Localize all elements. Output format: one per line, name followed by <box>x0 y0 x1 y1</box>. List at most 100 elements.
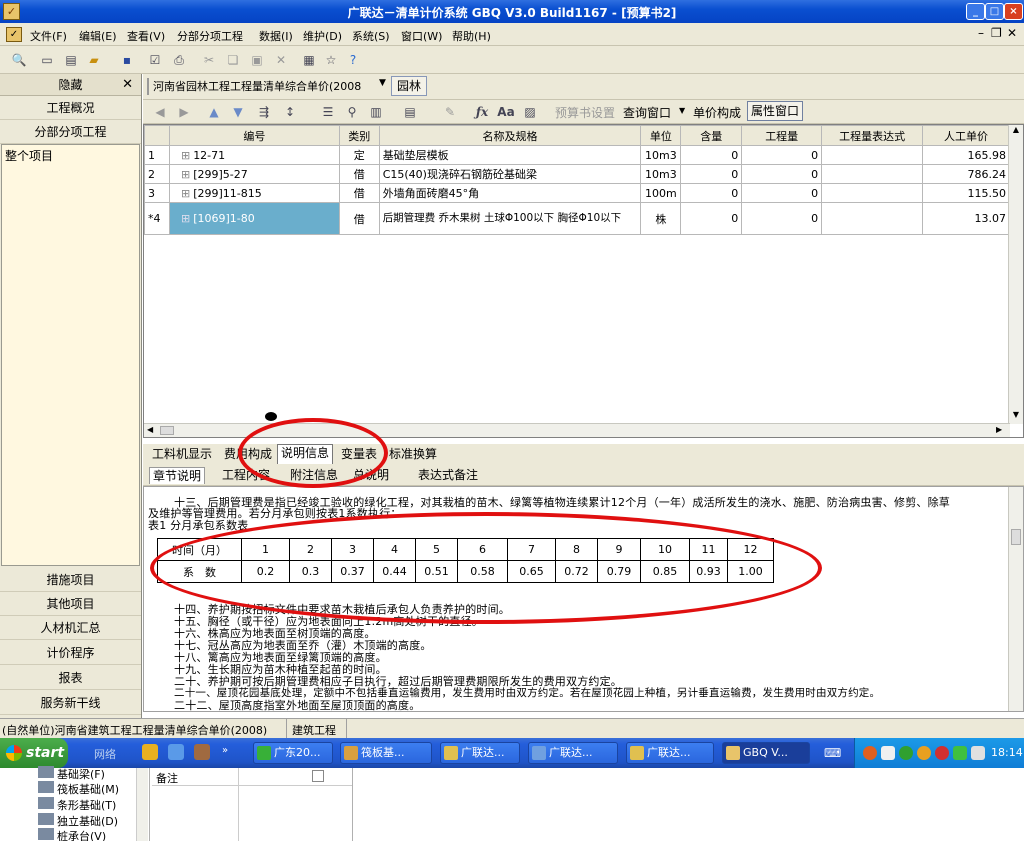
filter-icon[interactable]: ▥ <box>367 103 385 121</box>
row-name[interactable]: 后期管理费 乔木果树 土球Φ100以下 胸径Φ10以下 <box>378 202 642 235</box>
row-type[interactable]: 借 <box>338 183 380 203</box>
back-arrow-icon[interactable]: ◀ <box>151 103 169 121</box>
binoculars-icon[interactable]: ⚲ <box>343 103 361 121</box>
paste-icon[interactable]: ▣ <box>248 51 266 69</box>
scroll-thumb[interactable] <box>160 426 174 435</box>
save-icon[interactable]: ▪ <box>118 51 136 69</box>
task-button[interactable]: 筏板基... <box>340 742 432 764</box>
task-button[interactable]: 广东20... <box>253 742 333 764</box>
col-expression[interactable]: 工程量表达式 <box>821 125 924 146</box>
mdi-close-icon[interactable]: ✕ <box>1007 26 1017 40</box>
tree-item[interactable]: 桩承台(V) <box>57 830 106 841</box>
scroll-thumb[interactable] <box>1011 529 1021 545</box>
row-expr[interactable] <box>821 183 924 203</box>
printer-icon[interactable] <box>971 746 985 760</box>
panel-close-icon[interactable]: ✕ <box>122 74 133 96</box>
close-button[interactable]: × <box>1004 3 1023 20</box>
menu-data[interactable]: 数据(I) <box>259 28 293 44</box>
menu-file[interactable]: 文件(F) <box>30 28 67 44</box>
edit-icon[interactable]: ✎ <box>441 103 459 121</box>
col-code[interactable]: 编号 <box>168 125 340 146</box>
cut-icon[interactable]: ✂ <box>200 51 218 69</box>
table-row[interactable]: 3 ⊞ [299]11-815 借 外墙角面砖磨45°角 100m 0 0 115… <box>144 183 1010 203</box>
chevron-down-icon[interactable]: ▼ <box>379 78 386 88</box>
menu-edit[interactable]: 编辑(E) <box>79 28 117 44</box>
keyboard-icon[interactable]: ⌨ <box>824 746 841 760</box>
nav-items[interactable]: 分部分项工程 <box>0 120 141 144</box>
nav-reports[interactable]: 报表 <box>0 666 141 690</box>
row-content[interactable]: 0 <box>680 183 743 203</box>
tree-scrollbar[interactable] <box>136 768 148 841</box>
quick-launch-icon[interactable] <box>142 744 158 760</box>
menu-system[interactable]: 系统(S) <box>352 28 390 44</box>
row-name[interactable]: 基础垫层模板 <box>378 145 642 165</box>
row-unit[interactable]: 100m <box>640 183 682 203</box>
task-button[interactable]: 广联达... <box>440 742 520 764</box>
tree-item[interactable]: 独立基础(D) <box>57 815 118 828</box>
minimize-button[interactable]: _ <box>966 3 985 20</box>
subtab-expression-notes[interactable]: 表达式备注 <box>415 467 481 484</box>
favorite-star-icon[interactable]: ☆ <box>322 51 340 69</box>
row-qty[interactable]: 0 <box>741 183 823 203</box>
check-icon[interactable]: ☑ <box>146 51 164 69</box>
print-preview-icon[interactable]: 🔍 <box>10 51 28 69</box>
task-button[interactable]: 广联达... <box>626 742 714 764</box>
specialty-tag[interactable]: 园林 <box>391 76 428 96</box>
help-icon[interactable]: ? <box>344 51 362 69</box>
col-unit[interactable]: 单位 <box>640 125 682 146</box>
tray-icon[interactable] <box>935 746 949 760</box>
copy-icon[interactable]: ❏ <box>224 51 242 69</box>
quick-launch-icon[interactable] <box>194 744 210 760</box>
menu-window[interactable]: 窗口(W) <box>401 28 442 44</box>
row-qty[interactable]: 0 <box>741 164 823 184</box>
scroll-right-icon[interactable]: ▶ <box>996 425 1002 434</box>
mdi-restore-icon[interactable]: ❐ <box>991 26 1002 40</box>
tray-icon[interactable] <box>899 746 913 760</box>
col-name[interactable]: 名称及规格 <box>378 125 642 146</box>
table-row[interactable]: 2 ⊞ [299]5-27 借 C15(40)现浇碎石钢筋砼基础梁 10m3 0 … <box>144 164 1010 184</box>
forward-arrow-icon[interactable]: ▶ <box>175 103 193 121</box>
row-unit[interactable]: 株 <box>640 202 682 235</box>
mdi-minimize-icon[interactable]: – <box>978 26 984 40</box>
row-type[interactable]: 定 <box>338 145 380 165</box>
level-icon[interactable]: ⇶ <box>255 103 273 121</box>
move-down-icon[interactable]: ▼ <box>229 103 247 121</box>
quota-library-select[interactable]: 河南省园林工程工程量清单综合单价(2008 <box>147 78 387 95</box>
expand-icon[interactable]: ⊞ <box>181 168 190 181</box>
table-row[interactable]: 1 ⊞ 12-71 定 基础垫层模板 10m3 0 0 165.98 <box>144 145 1010 165</box>
clock[interactable]: 18:14 <box>991 746 1023 759</box>
formula-icon[interactable]: ƒx <box>473 103 491 121</box>
row-price[interactable]: 115.50 <box>922 183 1010 203</box>
chevron-down-icon[interactable]: ▼ <box>679 106 685 115</box>
start-button[interactable]: start <box>0 738 68 768</box>
remark-checkbox[interactable] <box>312 770 324 782</box>
row-unit[interactable]: 10m3 <box>640 164 682 184</box>
tab-materials-display[interactable]: 工料机显示 <box>149 446 215 463</box>
chevron-right-icon[interactable]: » <box>222 745 228 756</box>
menu-view[interactable]: 查看(V) <box>127 28 165 44</box>
expand-icon[interactable]: ⊞ <box>181 187 190 200</box>
delete-icon[interactable]: ✕ <box>272 51 290 69</box>
sort-icon[interactable]: ↕ <box>281 103 299 121</box>
row-qty[interactable]: 0 <box>741 202 823 235</box>
row-name[interactable]: 外墙角面砖磨45°角 <box>378 183 642 203</box>
new-icon[interactable]: ▭ <box>38 51 56 69</box>
row-content[interactable]: 0 <box>680 202 743 235</box>
row-expr[interactable] <box>821 164 924 184</box>
expand-icon[interactable]: ⊞ <box>181 149 190 162</box>
row-price[interactable]: 13.07 <box>922 202 1010 235</box>
tab-standard-conversion[interactable]: 标准换算 <box>386 446 440 463</box>
row-type[interactable]: 借 <box>338 164 380 184</box>
col-content[interactable]: 含量 <box>680 125 743 146</box>
nav-other[interactable]: 其他项目 <box>0 592 141 616</box>
row-qty[interactable]: 0 <box>741 145 823 165</box>
tree-item[interactable]: 筏板基础(M) <box>57 783 119 796</box>
query-window-button[interactable]: 查询窗口 <box>623 104 671 121</box>
row-name[interactable]: C15(40)现浇碎石钢筋砼基础梁 <box>378 164 642 184</box>
project-tree[interactable]: 整个项目 <box>1 144 140 566</box>
row-content[interactable]: 0 <box>680 164 743 184</box>
row-type[interactable]: 借 <box>338 202 380 235</box>
hide-panel-label[interactable]: 隐藏 <box>58 78 82 92</box>
note-icon[interactable]: ▨ <box>521 103 539 121</box>
move-up-icon[interactable]: ▲ <box>205 103 223 121</box>
